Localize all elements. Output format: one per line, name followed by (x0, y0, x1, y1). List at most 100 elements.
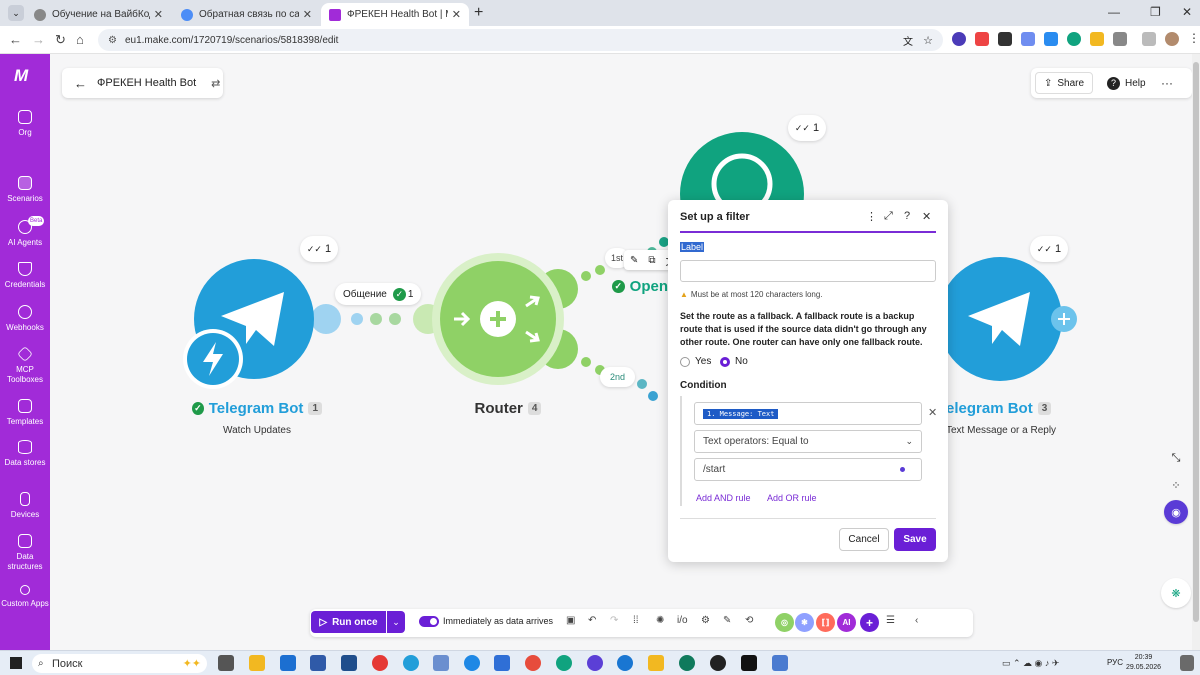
add-and-rule-link[interactable]: Add AND rule (696, 493, 751, 503)
flow-control-icon[interactable]: ✱ (795, 613, 814, 632)
make-logo[interactable]: M (14, 66, 28, 86)
file-explorer-icon[interactable] (249, 655, 265, 671)
tab-list-button[interactable]: ⌄ (8, 5, 24, 21)
add-or-rule-link[interactable]: Add OR rule (767, 493, 817, 503)
mapped-variable-pill[interactable]: 1. Message: Text (703, 408, 779, 419)
fallback-no-radio[interactable]: No (720, 356, 748, 367)
sidebar-panel-icon[interactable] (1142, 32, 1156, 46)
save-icon[interactable]: ▣ (566, 615, 575, 626)
sidebar-item-custom-apps[interactable]: Custom Apps (0, 585, 50, 609)
cancel-button[interactable]: Cancel (839, 528, 889, 551)
app-icon[interactable] (556, 655, 572, 671)
app-icon[interactable] (341, 655, 357, 671)
telegram-icon[interactable] (403, 655, 419, 671)
io-icon[interactable]: i/o (677, 615, 688, 626)
app-icon[interactable] (433, 655, 449, 671)
extension-icon[interactable] (1021, 32, 1035, 46)
language-indicator[interactable]: РУС (1107, 658, 1123, 667)
close-window-icon[interactable]: ✕ (1182, 5, 1192, 19)
ai-icon[interactable]: AI (837, 613, 856, 632)
more-vertical-icon[interactable]: ⋮ (866, 210, 877, 223)
grid-icon[interactable]: ⁘ (1164, 473, 1188, 497)
profile-avatar[interactable] (1165, 32, 1179, 46)
sidebar-item-mcp[interactable]: MCP Toolboxes (0, 346, 50, 385)
checklist-icon[interactable]: ☰ (886, 615, 895, 626)
bookmark-star-icon[interactable]: ☆ (923, 34, 933, 47)
scenario-name[interactable]: ФРЕКЕН Health Bot (97, 77, 196, 89)
schedule-label[interactable]: Immediately as data arrives (443, 616, 553, 626)
collapse-chevron-icon[interactable]: ‹ (915, 615, 918, 626)
menu-dots-icon[interactable]: ⋮ (1188, 32, 1200, 46)
remove-condition-icon[interactable]: ✕ (928, 406, 937, 419)
reload-icon[interactable]: ↻ (55, 32, 66, 48)
sidebar-item-webhooks[interactable]: Webhooks (0, 305, 50, 333)
text-parser-icon[interactable]: ⟦⟧ (816, 613, 835, 632)
undo-icon[interactable]: ↶ (588, 615, 596, 626)
ai-assistant-icon[interactable]: ◉ (1164, 500, 1188, 524)
tools-icon[interactable]: ◎ (775, 613, 794, 632)
help-icon[interactable]: ? (904, 210, 910, 222)
minimize-icon[interactable]: — (1108, 5, 1120, 19)
forward-icon[interactable]: → (32, 32, 45, 47)
chrome-icon[interactable] (525, 655, 541, 671)
run-once-button[interactable]: ▷ Run once (311, 611, 386, 633)
browser-tab-3[interactable]: ФРЕКЕН Health Bot | Make ✕ (321, 3, 469, 26)
route-label-chip[interactable]: Общение ✓ 1 (335, 283, 422, 305)
back-arrow-icon[interactable]: ← (74, 76, 87, 91)
app-icon[interactable] (741, 655, 757, 671)
close-icon[interactable]: ✕ (922, 210, 931, 223)
share-button[interactable]: ⇪ Share (1035, 72, 1094, 94)
sidebar-item-ai-agents[interactable]: Beta AI Agents (0, 216, 50, 248)
bulb-icon[interactable]: ✺ (656, 615, 664, 626)
extension-icon[interactable] (975, 32, 989, 46)
translate-icon[interactable]: 文 (903, 33, 913, 48)
chart-app-icon[interactable] (494, 655, 510, 671)
sidebar-item-templates[interactable]: Templates (0, 399, 50, 427)
notes-icon[interactable]: ✎ (723, 615, 731, 626)
operations-count-telegram-reply[interactable]: ✓✓ 1 (1030, 236, 1068, 262)
expand-icon[interactable]: ⤢ (884, 210, 893, 223)
app-icon[interactable] (710, 655, 726, 671)
operations-count-openai[interactable]: ✓✓ 1 (788, 115, 826, 141)
sidebar-item-data-stores[interactable]: Data stores (0, 440, 50, 468)
save-button[interactable]: Save (894, 528, 936, 551)
settings-sliders-icon[interactable]: ⇄ (211, 77, 220, 90)
notifications-icon[interactable] (1180, 655, 1194, 671)
grid-dots-icon[interactable]: ⁞⁞ (633, 615, 639, 626)
sidebar-item-org[interactable]: Org (0, 110, 50, 138)
history-icon[interactable]: ⟲ (745, 615, 753, 626)
app-icon[interactable] (464, 655, 480, 671)
taskbar-search[interactable]: ⌕ Поиск ✦✦ (32, 654, 207, 673)
app-icon[interactable] (587, 655, 603, 671)
condition-value-input[interactable]: /start (694, 458, 922, 481)
site-info-icon[interactable]: ⚙ (108, 35, 117, 46)
app-icon[interactable] (617, 655, 633, 671)
extension-icon[interactable] (952, 32, 966, 46)
close-tab-icon[interactable]: ✕ (303, 8, 312, 21)
app-icon[interactable] (679, 655, 695, 671)
system-tray-icons[interactable]: ▭ ⌃ ☁ ◉ ♪ ✈ (1002, 658, 1059, 669)
sidebar-item-devices[interactable]: Devices (0, 492, 50, 520)
extension-icon[interactable] (1090, 32, 1104, 46)
close-tab-icon[interactable]: ✕ (452, 8, 461, 21)
outlook-icon[interactable] (280, 655, 296, 671)
clock[interactable]: 20:39 29.05.2026 (1126, 653, 1161, 673)
redo-icon[interactable]: ↷ (610, 615, 618, 626)
fallback-yes-radio[interactable]: Yes (680, 356, 711, 367)
yandex-icon[interactable] (372, 655, 388, 671)
copy-icon[interactable]: ⧉ (648, 255, 655, 266)
task-view-icon[interactable] (218, 655, 234, 671)
vertical-scrollbar[interactable] (1192, 54, 1200, 650)
add-module-icon[interactable]: + (860, 613, 879, 632)
scenario-canvas[interactable]: ← ФРЕКЕН Health Bot ⇄ ⇪ Share ? Help ···… (50, 54, 1192, 650)
auto-align-icon[interactable]: ⤡ (1164, 446, 1188, 470)
word-icon[interactable] (310, 655, 326, 671)
extension-icon[interactable] (998, 32, 1012, 46)
help-button[interactable]: ? Help (1099, 68, 1154, 98)
second-route-chip[interactable]: 2nd (600, 367, 636, 387)
more-options-icon[interactable]: ··· (1153, 68, 1181, 98)
openai-floating-icon[interactable]: ❋ (1161, 578, 1191, 608)
sidebar-item-data-structures[interactable]: Data structures (0, 534, 50, 572)
sidebar-item-credentials[interactable]: Credentials (0, 262, 50, 290)
condition-field-input[interactable]: 1. Message: Text (694, 402, 922, 425)
